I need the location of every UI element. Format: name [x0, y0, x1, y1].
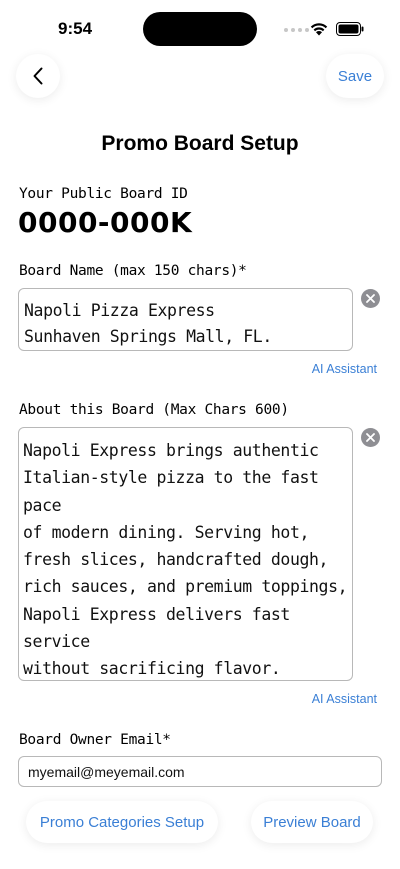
- board-id-value: 0000-000K: [18, 206, 193, 239]
- back-button[interactable]: [16, 54, 60, 98]
- email-input[interactable]: myemail@meyemail.com: [18, 756, 382, 787]
- board-name-field[interactable]: Napoli Pizza Express Sunhaven Springs Ma…: [18, 288, 353, 351]
- board-id-label: Your Public Board ID: [19, 186, 188, 202]
- about-board-text: Napoli Express brings authentic Italian-…: [23, 441, 348, 679]
- clear-about-icon[interactable]: [361, 428, 380, 447]
- about-board-field[interactable]: Napoli Express brings authentic Italian-…: [18, 427, 353, 681]
- dynamic-island: [143, 12, 257, 46]
- chevron-left-icon: [33, 67, 43, 85]
- preview-board-button[interactable]: Preview Board: [251, 801, 373, 843]
- board-name-label: Board Name (max 150 chars)*: [19, 263, 247, 279]
- page-title: Promo Board Setup: [101, 132, 299, 155]
- status-time: 9:54: [58, 19, 93, 38]
- cellular-signal-icon: [284, 28, 309, 32]
- battery-icon: [336, 22, 364, 36]
- clear-board-name-icon[interactable]: [361, 289, 380, 308]
- wifi-icon: [310, 23, 328, 36]
- status-bar: 9:54: [0, 0, 400, 58]
- board-name-ai-assistant-link[interactable]: AI Assistant: [312, 362, 377, 376]
- about-board-label: About this Board (Max Chars 600): [19, 402, 289, 418]
- about-ai-assistant-link[interactable]: AI Assistant: [312, 692, 377, 706]
- email-label: Board Owner Email*: [19, 732, 171, 748]
- save-button[interactable]: Save: [326, 54, 384, 98]
- board-name-text: Napoli Pizza Express Sunhaven Springs Ma…: [24, 301, 272, 346]
- promo-categories-setup-button[interactable]: Promo Categories Setup: [26, 801, 218, 843]
